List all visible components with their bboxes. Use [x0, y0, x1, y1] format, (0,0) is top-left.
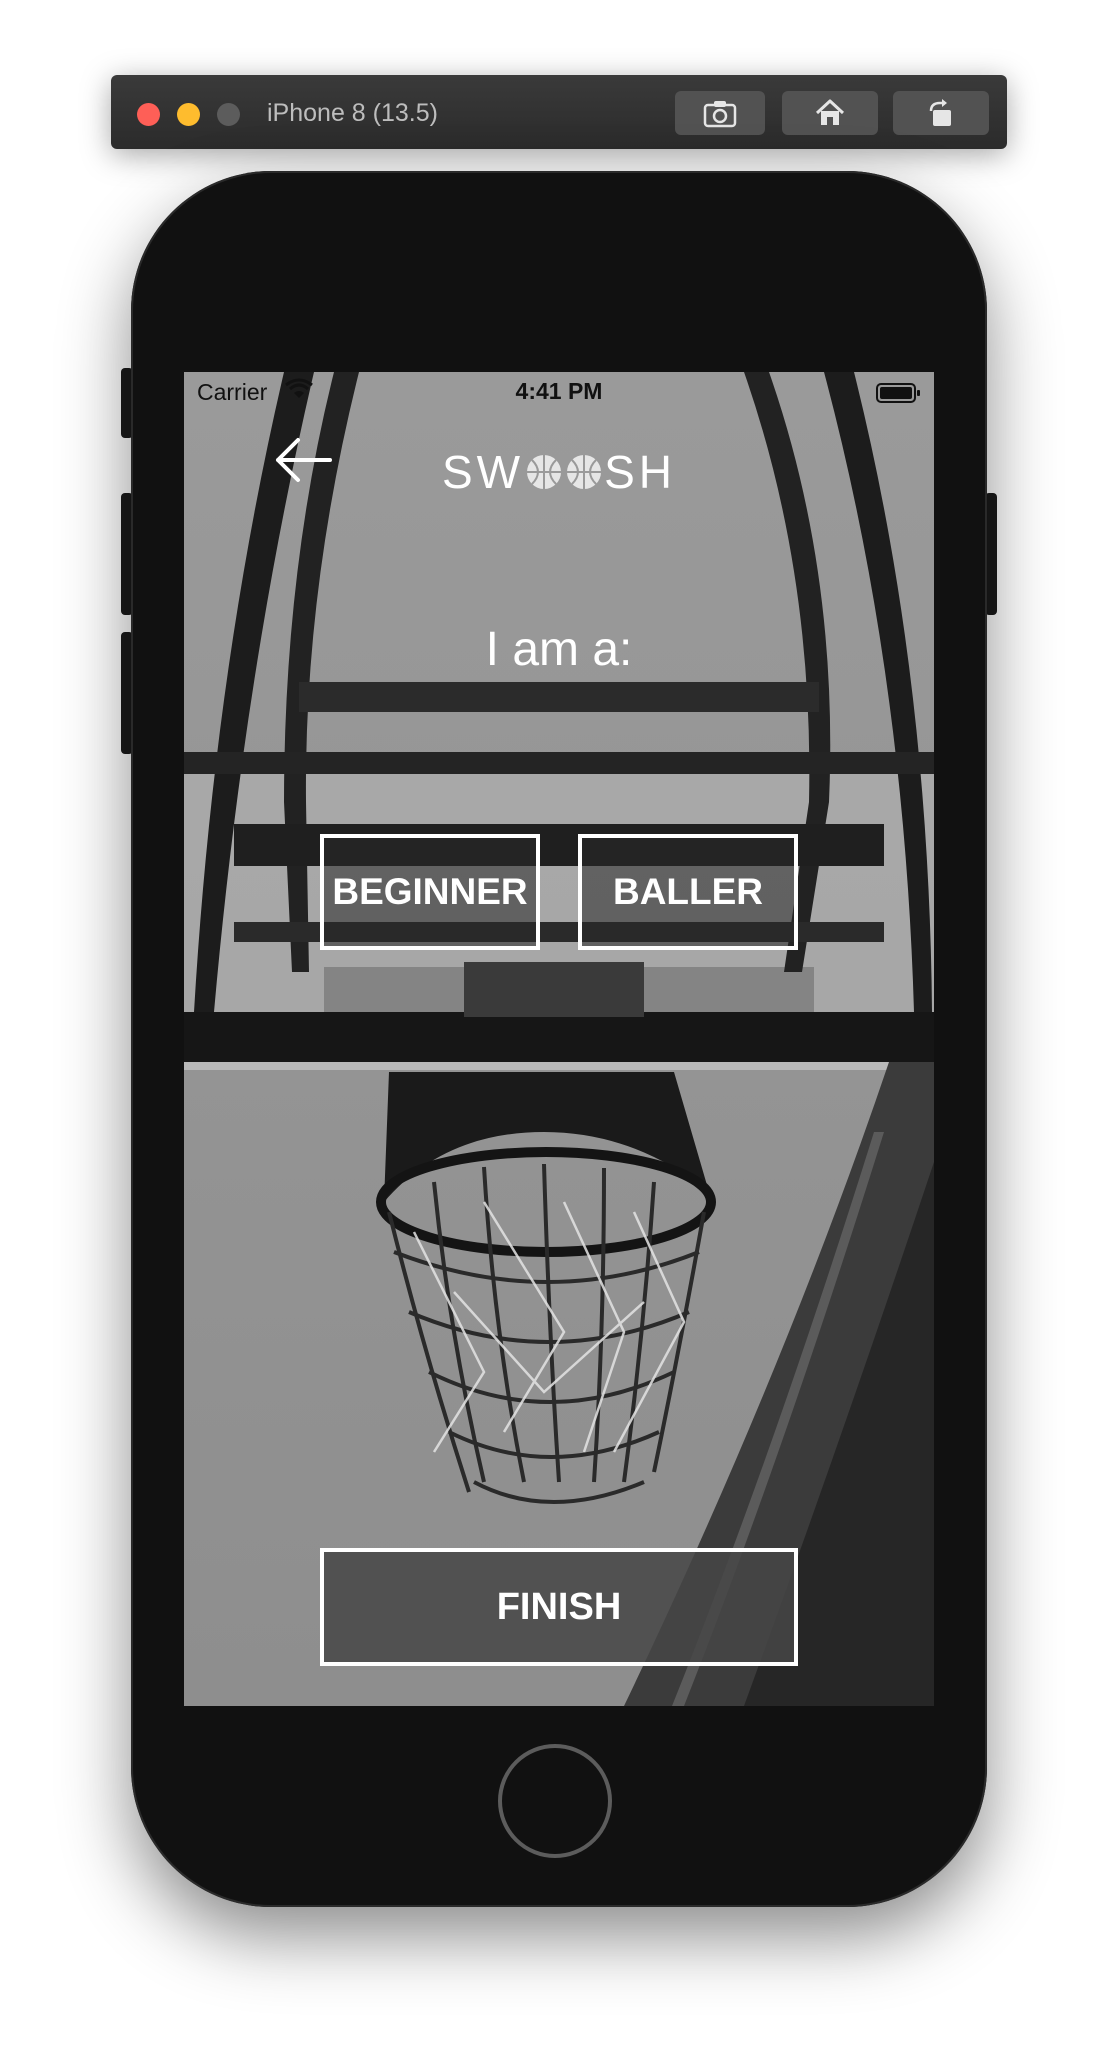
- app-screen: Carrier 4:41 PM SW SH I am a: BEGINNER B…: [184, 372, 934, 1706]
- screenshot-icon: [703, 101, 737, 128]
- basketball-hoop-background: [184, 372, 934, 1706]
- home-button[interactable]: [498, 1744, 612, 1858]
- skill-prompt: I am a:: [485, 623, 633, 676]
- rotate-button[interactable]: [893, 91, 989, 135]
- simulator-title: iPhone 8 (13.5): [267, 99, 438, 127]
- baller-button[interactable]: BALLER: [578, 834, 798, 950]
- zoom-window-button[interactable]: [217, 103, 240, 126]
- basketball-icon: [527, 455, 562, 489]
- beginner-button[interactable]: BEGINNER: [320, 834, 540, 950]
- back-arrow-icon[interactable]: [272, 435, 334, 485]
- basketball-icon: [567, 455, 602, 489]
- simulator-title-bar: iPhone 8 (13.5): [111, 75, 1007, 149]
- logo-text-right: SH: [604, 446, 676, 498]
- rotate-icon: [929, 99, 951, 126]
- screenshot-button[interactable]: [675, 91, 765, 135]
- status-bar: Carrier 4:41 PM: [184, 372, 934, 412]
- home-button-toolbar[interactable]: [782, 91, 878, 135]
- close-window-button[interactable]: [137, 103, 160, 126]
- logo-text-left: SW: [441, 446, 525, 498]
- minimize-window-button[interactable]: [177, 103, 200, 126]
- battery-icon: [876, 383, 920, 403]
- status-time: 4:41 PM: [515, 378, 603, 404]
- swoosh-logo: SW SH: [439, 444, 679, 500]
- finish-button[interactable]: FINISH: [320, 1548, 798, 1666]
- home-icon: [815, 99, 845, 125]
